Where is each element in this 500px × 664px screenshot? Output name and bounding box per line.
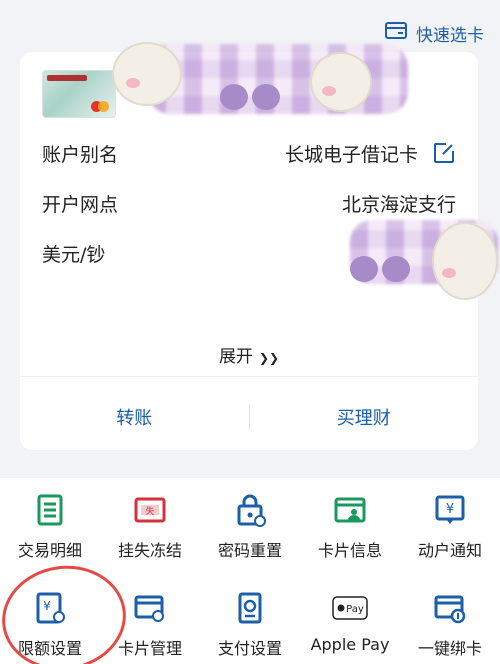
service-account-notice[interactable]: ¥ 动户通知 <box>400 478 500 568</box>
bunny-sticker <box>432 222 498 300</box>
bank-card-thumbnail <box>42 70 116 118</box>
double-chevron-down-icon: ❯❯ <box>258 351 280 365</box>
service-label: Apple Pay <box>310 635 390 654</box>
svg-text:¥: ¥ <box>446 502 454 517</box>
alias-value: 长城电子借记卡 <box>284 143 418 166</box>
service-label: 交易明细 <box>17 541 82 560</box>
password-lock-icon <box>232 492 268 528</box>
service-label: 一键绑卡 <box>417 639 482 658</box>
mastercard-icon <box>91 101 109 112</box>
one-click-bind-icon <box>432 590 468 626</box>
card-manage-icon <box>132 590 168 626</box>
expand-toggle[interactable]: 展开 ❯❯ <box>20 342 478 367</box>
branch-row: 开户网点 北京海淀支行 <box>42 188 456 218</box>
service-report-loss[interactable]: 失 挂失冻结 <box>100 478 200 568</box>
service-one-click-bind[interactable]: 一键绑卡 <box>400 576 500 664</box>
service-label: 卡片信息 <box>317 541 382 560</box>
bow-sticker <box>220 80 280 114</box>
service-apple-pay[interactable]: Pay Apple Pay <box>300 576 400 664</box>
payment-setting-icon <box>232 590 268 626</box>
service-label: 密码重置 <box>217 541 282 560</box>
service-label: 卡片管理 <box>117 639 182 658</box>
branch-value: 北京海淀支行 <box>341 193 456 216</box>
card-divider <box>20 376 478 377</box>
alias-row: 账户别名 长城电子借记卡 <box>42 138 456 168</box>
alias-label: 账户别名 <box>42 143 119 166</box>
currency-label: 美元/钞 <box>42 243 106 266</box>
service-password-reset[interactable]: 密码重置 <box>200 478 300 568</box>
service-label: 支付设置 <box>217 639 282 658</box>
buy-wealth-button[interactable]: 买理财 <box>250 404 479 430</box>
transfer-button[interactable]: 转账 <box>20 404 249 430</box>
quick-select-card-button[interactable]: 快速选卡 <box>384 20 484 46</box>
bunny-sticker <box>112 42 182 106</box>
bow-sticker <box>350 252 410 286</box>
service-payment-setting[interactable]: 支付设置 <box>200 576 300 664</box>
account-card: 账户别名 长城电子借记卡 开户网点 北京海淀支行 美元/钞 展开 ❯❯ 转账 买理… <box>20 42 498 450</box>
service-label: 挂失冻结 <box>117 541 182 560</box>
card-switch-icon <box>384 20 410 47</box>
bunny-sticker <box>310 52 372 112</box>
card-info-icon <box>332 492 368 528</box>
service-label: 动户通知 <box>417 541 482 560</box>
svg-text:失: 失 <box>145 505 154 517</box>
apple-pay-icon: Pay <box>332 590 368 626</box>
card-actions: 转账 买理财 <box>20 392 478 442</box>
edit-icon[interactable] <box>432 141 456 165</box>
svg-text:Pay: Pay <box>346 604 364 615</box>
expand-label: 展开 <box>218 347 253 367</box>
transaction-detail-icon <box>32 492 68 528</box>
branch-label: 开户网点 <box>42 193 119 216</box>
account-notice-icon: ¥ <box>432 492 468 528</box>
service-transaction-detail[interactable]: 交易明细 <box>0 478 100 568</box>
quick-select-label: 快速选卡 <box>416 25 484 46</box>
report-loss-icon: 失 <box>132 492 168 528</box>
service-card-info[interactable]: 卡片信息 <box>300 478 400 568</box>
